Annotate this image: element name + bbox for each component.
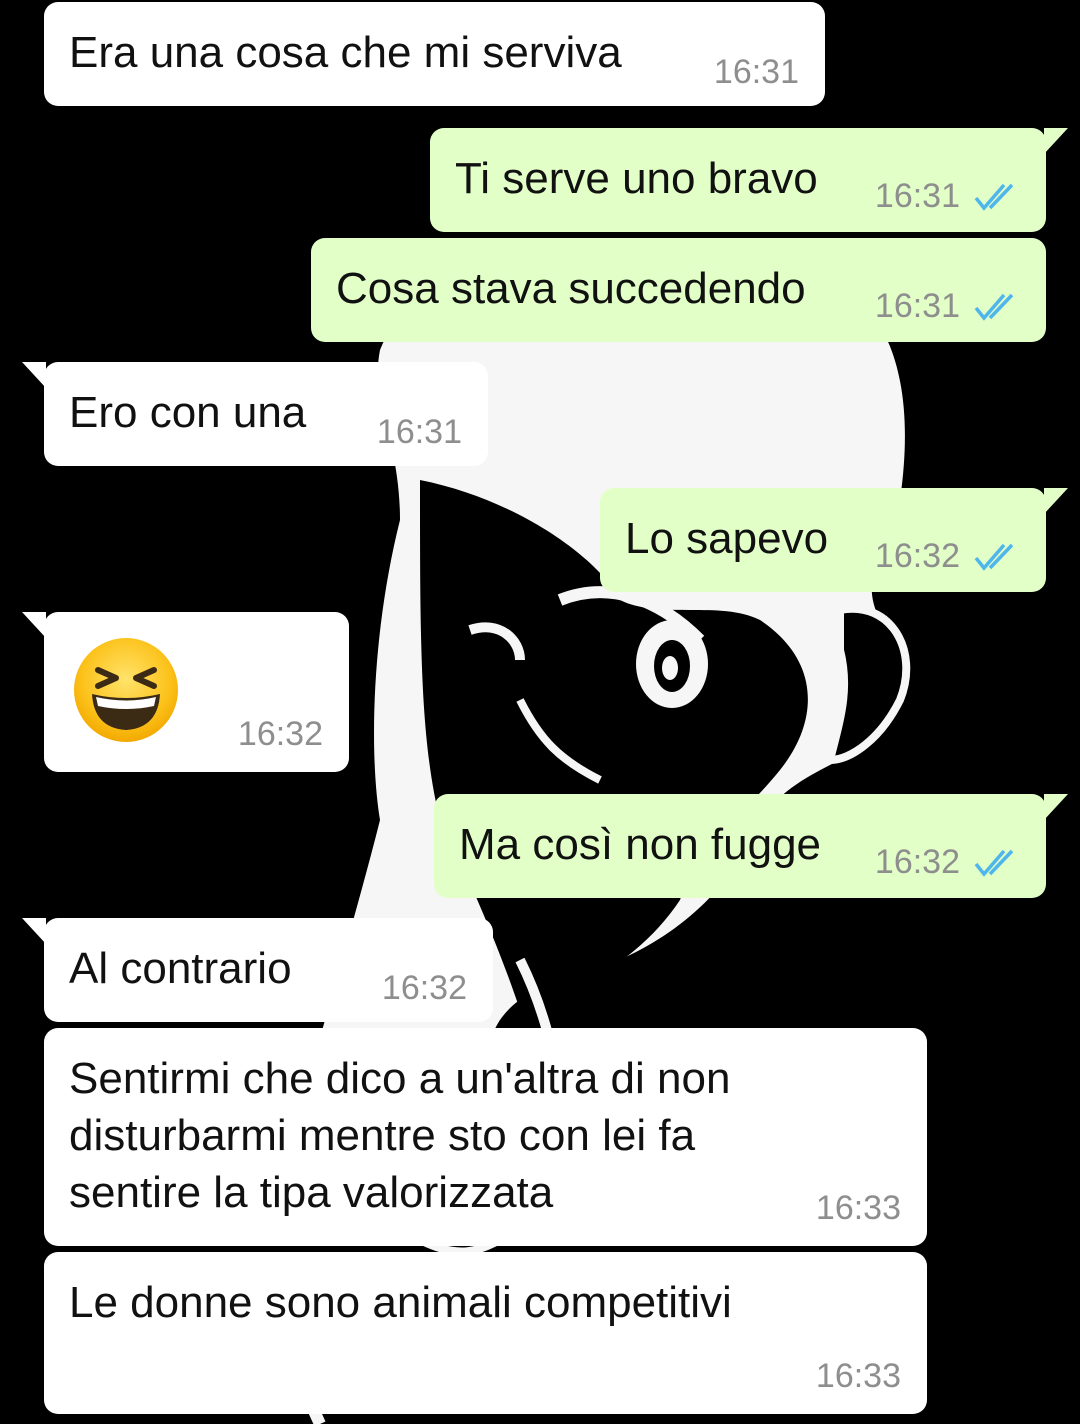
- bubble-tail: [22, 918, 46, 944]
- message-bubble-outgoing[interactable]: Ma così non fugge 16:32: [434, 794, 1068, 898]
- message-meta: 16:33: [816, 1189, 901, 1228]
- message-meta: 16:31: [875, 177, 1020, 216]
- message-meta: 16:32: [875, 537, 1020, 576]
- message-meta: 16:31: [875, 287, 1020, 326]
- message-time: 16:32: [874, 537, 960, 575]
- message-text: Al contrario: [69, 944, 292, 993]
- message-bubble-incoming[interactable]: Ero con una 16:31: [22, 362, 488, 466]
- bubble-tail: [1044, 794, 1068, 820]
- message-bubble-outgoing[interactable]: Cosa stava succedendo 16:31: [311, 238, 1046, 342]
- message-text: Ero con una: [69, 388, 307, 437]
- message-text: Sentirmi che dico a un'altra di non dist…: [69, 1054, 731, 1217]
- chat-screen: Era una cosa che mi serviva 16:31 Ti ser…: [0, 0, 1080, 1424]
- grinning-squinting-face-emoji: [74, 638, 178, 742]
- message-time: 16:32: [874, 843, 960, 881]
- message-time: 16:32: [237, 715, 323, 753]
- bubble-tail: [1044, 128, 1068, 154]
- message-meta: 16:32: [238, 715, 323, 754]
- message-meta: 16:31: [714, 53, 799, 92]
- double-check-icon: [974, 849, 1014, 877]
- bubble-tail: [22, 362, 46, 388]
- message-bubble-incoming[interactable]: Al contrario 16:32: [22, 918, 493, 1022]
- message-text: Lo sapevo: [625, 514, 829, 563]
- message-time: 16:31: [874, 177, 960, 215]
- message-meta: 16:32: [382, 969, 467, 1008]
- bubble-tail: [22, 612, 46, 638]
- message-bubble-incoming[interactable]: Era una cosa che mi serviva 16:31: [44, 2, 825, 106]
- double-check-icon: [974, 183, 1014, 211]
- message-text: Cosa stava succedendo: [336, 264, 806, 313]
- message-text: Era una cosa che mi serviva: [69, 28, 622, 77]
- message-time: 16:31: [376, 413, 462, 451]
- double-check-icon: [974, 543, 1014, 571]
- message-text: Ma così non fugge: [459, 820, 822, 869]
- message-text: Le donne sono animali competitivi: [69, 1278, 732, 1327]
- message-time: 16:31: [713, 53, 799, 91]
- message-meta: 16:31: [377, 413, 462, 452]
- message-bubble-incoming[interactable]: Sentirmi che dico a un'altra di non dist…: [44, 1028, 927, 1246]
- double-check-icon: [974, 293, 1014, 321]
- message-bubble-incoming[interactable]: 16:32: [22, 612, 349, 772]
- bubble-tail: [1044, 488, 1068, 514]
- message-bubble-outgoing[interactable]: Lo sapevo 16:32: [600, 488, 1068, 592]
- message-time: 16:33: [815, 1357, 901, 1395]
- message-time: 16:33: [815, 1189, 901, 1227]
- message-time: 16:31: [874, 287, 960, 325]
- message-time: 16:32: [381, 969, 467, 1007]
- message-text: Ti serve uno bravo: [455, 154, 818, 203]
- message-bubble-incoming[interactable]: Le donne sono animali competitivi 16:33: [44, 1252, 927, 1414]
- message-meta: 16:32: [875, 843, 1020, 882]
- message-meta: 16:33: [816, 1357, 901, 1396]
- message-bubble-outgoing[interactable]: Ti serve uno bravo 16:31: [430, 128, 1068, 232]
